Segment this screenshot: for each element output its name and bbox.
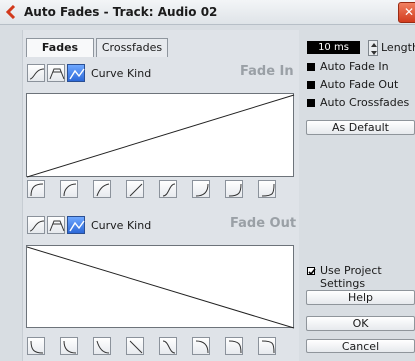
fade-in-preset-3[interactable] (93, 180, 111, 198)
length-value-field[interactable]: 10 ms (307, 41, 360, 54)
curve-kind-damped-spline-button[interactable] (47, 64, 65, 82)
title-bar: Auto Fades - Track: Audio 02 ✕ (0, 0, 415, 25)
ok-button[interactable]: OK (306, 316, 415, 331)
length-spinner[interactable] (368, 40, 378, 56)
help-button[interactable]: Help (306, 290, 415, 305)
fade-out-preset-7[interactable] (225, 337, 243, 355)
fade-in-title: Fade In (240, 64, 294, 79)
length-label: Length (381, 41, 415, 54)
fade-in-preset-4[interactable] (126, 180, 144, 198)
auto-fade-in-label: Auto Fade In (320, 60, 389, 73)
fade-out-graph[interactable] (26, 245, 295, 329)
fade-in-preset-6[interactable] (192, 180, 210, 198)
cubase-logo-icon (5, 4, 19, 20)
cancel-button[interactable]: Cancel (306, 339, 415, 353)
fade-out-curve-kind-linear-button[interactable] (67, 216, 85, 234)
fade-out-preset-8[interactable] (258, 337, 276, 355)
use-project-settings-label: Use Project Settings (320, 264, 382, 290)
fade-out-preset-5[interactable] (159, 337, 177, 355)
fade-out-curve-kind-damped-spline-button[interactable] (47, 216, 65, 234)
fade-out-preset-2[interactable] (60, 337, 78, 355)
fade-in-preset-1[interactable] (27, 180, 45, 198)
auto-fade-out-label: Auto Fade Out (320, 78, 399, 91)
fade-out-preset-1[interactable] (27, 337, 45, 355)
fade-in-preset-2[interactable] (60, 180, 78, 198)
fade-in-preset-7[interactable] (225, 180, 243, 198)
tab-fades[interactable]: Fades (26, 38, 94, 57)
fade-out-preset-6[interactable] (192, 337, 210, 355)
curve-kind-spline-button[interactable] (27, 64, 45, 82)
auto-crossfades-checkbox[interactable] (307, 99, 315, 107)
fade-in-preset-8[interactable] (258, 180, 276, 198)
fade-out-curve-kind-spline-button[interactable] (27, 216, 45, 234)
as-default-button[interactable]: As Default (306, 120, 415, 135)
fade-in-graph[interactable] (26, 93, 295, 178)
close-button[interactable]: ✕ (398, 2, 415, 23)
window-title: Auto Fades - Track: Audio 02 (24, 5, 218, 19)
use-project-settings-checkbox[interactable] (307, 267, 316, 276)
curve-kind-linear-button[interactable] (67, 64, 85, 82)
curve-kind-label: Curve Kind (91, 67, 152, 80)
fade-out-title: Fade Out (230, 216, 297, 231)
fade-out-preset-3[interactable] (93, 337, 111, 355)
tab-crossfades[interactable]: Crossfades (96, 38, 168, 57)
auto-crossfades-label: Auto Crossfades (320, 96, 410, 109)
auto-fade-out-checkbox[interactable] (307, 81, 315, 89)
fade-out-curve-kind-label: Curve Kind (91, 219, 152, 232)
fade-out-preset-4[interactable] (126, 337, 144, 355)
auto-fade-in-checkbox[interactable] (307, 63, 315, 71)
fade-in-preset-5[interactable] (159, 180, 177, 198)
